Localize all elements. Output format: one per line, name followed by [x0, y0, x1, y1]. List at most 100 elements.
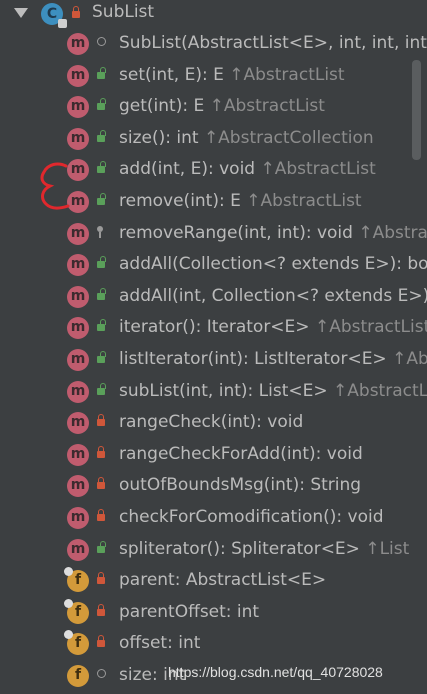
method-icon: m [67, 127, 89, 150]
member-label: remove(int): E ↑AbstractList [119, 191, 362, 211]
red-annotation-bracket [40, 162, 70, 210]
member-label: get(int): E ↑AbstractList [119, 96, 325, 116]
public-unlock-icon [97, 350, 109, 364]
member-signature: rangeCheck(int): void [119, 412, 304, 433]
inherited-from: ↑AbstractList [260, 159, 376, 180]
structure-tree: C SubList m SubList(AbstractList<E>, int,… [0, 0, 427, 691]
method-icon: m [67, 380, 89, 403]
member-signature: add(int, E): void [119, 159, 256, 180]
method-row[interactable]: m checkForComodification(): void [0, 502, 427, 534]
method-icon: m [67, 33, 89, 55]
method-icon: m [67, 254, 89, 277]
member-label: outOfBoundsMsg(int): String [119, 475, 361, 495]
public-unlock-icon [97, 97, 109, 111]
public-unlock-icon [97, 318, 109, 332]
member-label: iterator(): Iterator<E> ↑AbstractList [119, 317, 427, 337]
field-row[interactable]: f offset: int [0, 628, 427, 660]
method-icon: m [67, 64, 89, 87]
member-label: parent: AbstractList<E> [119, 570, 326, 590]
private-lock-icon [97, 634, 109, 648]
member-label: subList(int, int): List<E> ↑AbstractList [119, 381, 427, 401]
collapse-arrow-icon[interactable] [14, 8, 28, 18]
private-lock-icon [97, 603, 109, 617]
inherited-from: ↑List [365, 538, 410, 559]
method-row[interactable]: m get(int): E ↑AbstractList [0, 91, 427, 123]
member-signature: subList(int, int): List<E> [119, 380, 328, 401]
member-signature: checkForComodification(): void [119, 506, 384, 527]
member-label: add(int, E): void ↑AbstractList [119, 159, 376, 179]
member-label: checkForComodification(): void [119, 507, 384, 527]
public-unlock-icon [97, 255, 109, 269]
class-label: SubList [92, 2, 155, 22]
method-row[interactable]: m set(int, E): E ↑AbstractList [0, 60, 427, 92]
member-label: removeRange(int, int): void ↑AbstractLis… [119, 223, 427, 243]
method-row[interactable]: m rangeCheck(int): void [0, 407, 427, 439]
public-unlock-icon [97, 160, 109, 174]
member-signature: rangeCheckForAdd(int): void [119, 443, 363, 464]
field-row[interactable]: f parent: AbstractList<E> [0, 565, 427, 597]
method-icon: m [67, 348, 89, 371]
class-icon: C [41, 3, 67, 28]
member-signature: removeRange(int, int): void [119, 222, 353, 243]
member-label: addAll(int, Collection<? extends E>): bo… [119, 286, 427, 306]
watermark-text: https://blog.csdn.net/qq_40728028 [168, 664, 383, 680]
method-row[interactable]: m iterator(): Iterator<E> ↑AbstractList [0, 312, 427, 344]
tree-root-sublist[interactable]: C SubList [0, 0, 427, 28]
member-signature: parentOffset: int [119, 601, 260, 622]
method-icon: m [67, 285, 89, 308]
inherited-from: ↑AbstractList [229, 64, 345, 85]
member-label: spliterator(): Spliterator<E> ↑List [119, 539, 409, 559]
method-row[interactable]: m listIterator(int): ListIterator<E> ↑Abs… [0, 344, 427, 376]
private-lock-icon [97, 571, 109, 585]
method-icon: m [67, 475, 89, 498]
method-row[interactable]: m size(): int ↑AbstractCollection [0, 123, 427, 155]
public-unlock-icon [97, 287, 109, 301]
member-label: offset: int [119, 633, 200, 653]
member-signature: size(): int [119, 127, 199, 148]
method-icon: m [67, 96, 89, 119]
method-row[interactable]: m SubList(AbstractList<E>, int, int, int) [0, 28, 427, 60]
private-lock-icon [97, 445, 109, 459]
member-label: size(): int ↑AbstractCollection [119, 128, 374, 148]
public-unlock-icon [97, 192, 109, 206]
method-icon: m [67, 506, 89, 529]
member-label: SubList(AbstractList<E>, int, int, int) [119, 33, 427, 53]
public-unlock-icon [97, 129, 109, 143]
member-signature: offset: int [119, 633, 201, 654]
field-icon: f [64, 567, 89, 593]
inherited-from: ↑AbstractCollection [203, 127, 374, 148]
inherited-from: ↑AbstractList [314, 317, 427, 338]
package-circle-icon [97, 34, 109, 48]
method-row[interactable]: m spliterator(): Spliterator<E> ↑List [0, 534, 427, 566]
method-row[interactable]: m rangeCheckForAdd(int): void [0, 439, 427, 471]
inherited-from: ↑AbstractList [333, 380, 427, 401]
member-label: listIterator(int): ListIterator<E> ↑Abst… [119, 349, 427, 369]
member-signature: SubList(AbstractList<E>, int, int, int) [119, 33, 427, 53]
final-pin-icon [64, 598, 73, 608]
vertical-scrollbar[interactable] [412, 60, 421, 160]
member-label: set(int, E): E ↑AbstractList [119, 65, 345, 85]
public-unlock-icon [97, 382, 109, 396]
member-signature: remove(int): E [119, 190, 241, 211]
public-unlock-icon [97, 66, 109, 80]
member-signature: outOfBoundsMsg(int): String [119, 475, 362, 496]
method-row[interactable]: m outOfBoundsMsg(int): String [0, 470, 427, 502]
member-signature: addAll(int, Collection<? extends E>): bo… [119, 285, 427, 306]
method-icon: m [67, 412, 89, 435]
protected-key-icon [97, 224, 109, 238]
method-row[interactable]: m addAll(int, Collection<? extends E>): b… [0, 281, 427, 313]
member-signature: listIterator(int): ListIterator<E> [119, 348, 387, 369]
method-row[interactable]: m subList(int, int): List<E> ↑AbstractLis… [0, 376, 427, 408]
inherited-from: ↑AbstractList [246, 190, 362, 211]
method-row[interactable]: m removeRange(int, int): void ↑AbstractLi… [0, 218, 427, 250]
method-row[interactable]: m addAll(Collection<? extends E>): boolea… [0, 249, 427, 281]
method-icon: m [67, 317, 89, 340]
method-icon: m [67, 443, 89, 466]
field-icon: f [64, 598, 89, 624]
member-signature: spliterator(): Spliterator<E> [119, 538, 360, 559]
method-icon: m [67, 538, 89, 561]
member-label: addAll(Collection<? extends E>): boolean [119, 254, 427, 274]
private-lock-icon [97, 508, 109, 522]
field-row[interactable]: f parentOffset: int [0, 597, 427, 629]
public-unlock-icon [97, 540, 109, 554]
